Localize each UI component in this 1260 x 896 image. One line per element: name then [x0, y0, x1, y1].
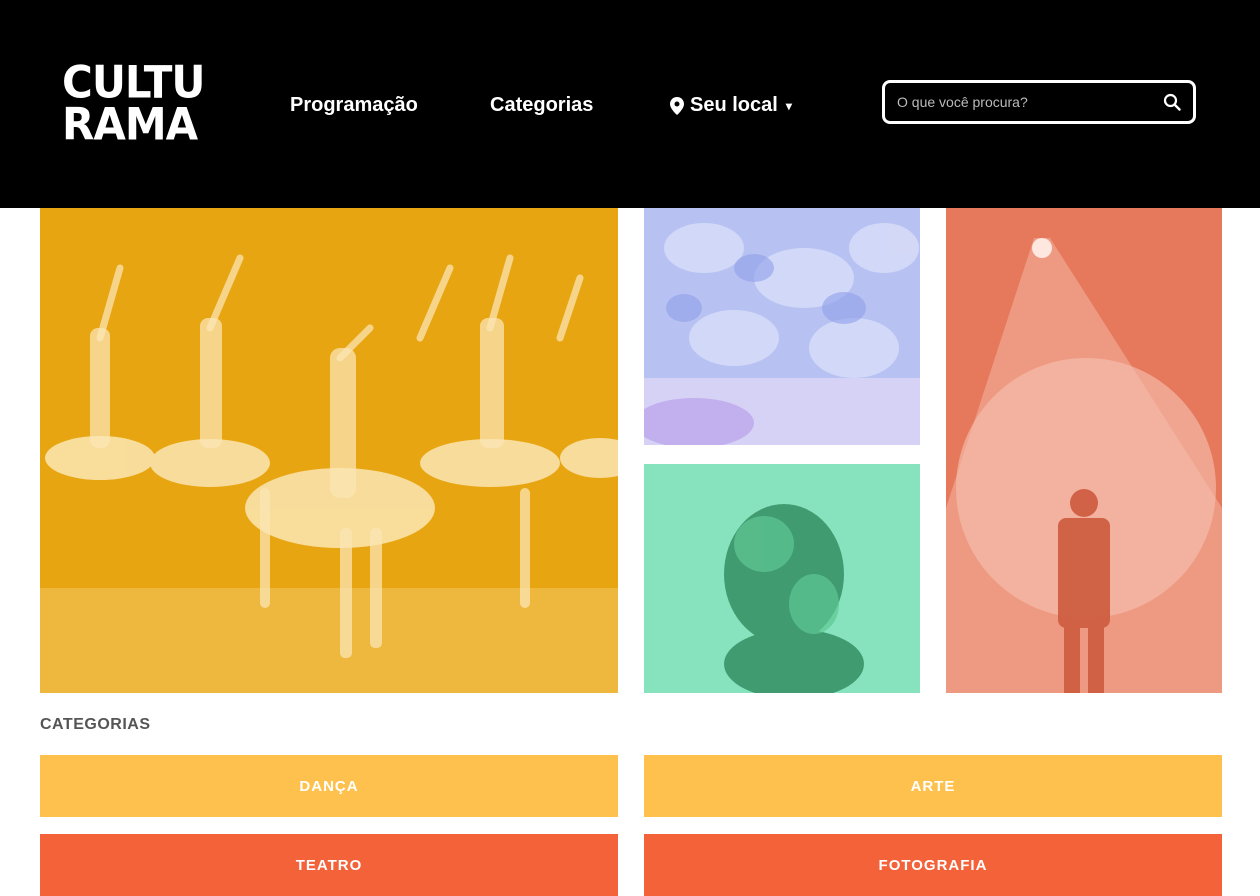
- ballet-dancers-image-tile[interactable]: [40, 208, 618, 693]
- photography-image-tile[interactable]: [644, 464, 920, 693]
- category-teatro-button[interactable]: TEATRO: [40, 834, 618, 896]
- category-arte-button[interactable]: ARTE: [644, 755, 1222, 817]
- search-input[interactable]: [885, 93, 1159, 111]
- categories-heading: CATEGORIAS: [40, 716, 151, 733]
- category-fotografia-button[interactable]: FOTOGRAFIA: [644, 834, 1222, 896]
- theatre-image-tile[interactable]: [946, 208, 1222, 693]
- nav-programacao[interactable]: Programação: [290, 94, 418, 117]
- chevron-down-icon: ▾: [785, 98, 792, 113]
- search-icon[interactable]: [1163, 93, 1181, 111]
- photography-image: [644, 464, 920, 693]
- nav-categorias[interactable]: Categorias: [490, 94, 593, 117]
- site-header: CULTU RAMA Programação Categorias Seu lo…: [0, 0, 1260, 208]
- art-image-tile[interactable]: [644, 208, 920, 445]
- category-danca-button[interactable]: DANÇA: [40, 755, 618, 817]
- culturama-logo[interactable]: CULTU RAMA: [62, 60, 206, 154]
- ballet-dancers-image: [40, 208, 618, 693]
- search-box: [882, 80, 1196, 124]
- nav-location-dropdown[interactable]: Seu local ▾: [670, 94, 792, 117]
- nav-local-label: Seu local: [690, 94, 778, 116]
- theatre-image: [946, 208, 1222, 693]
- art-image: [644, 208, 920, 445]
- logo-line-2: RAMA: [62, 98, 198, 151]
- location-pin-icon: [670, 96, 684, 115]
